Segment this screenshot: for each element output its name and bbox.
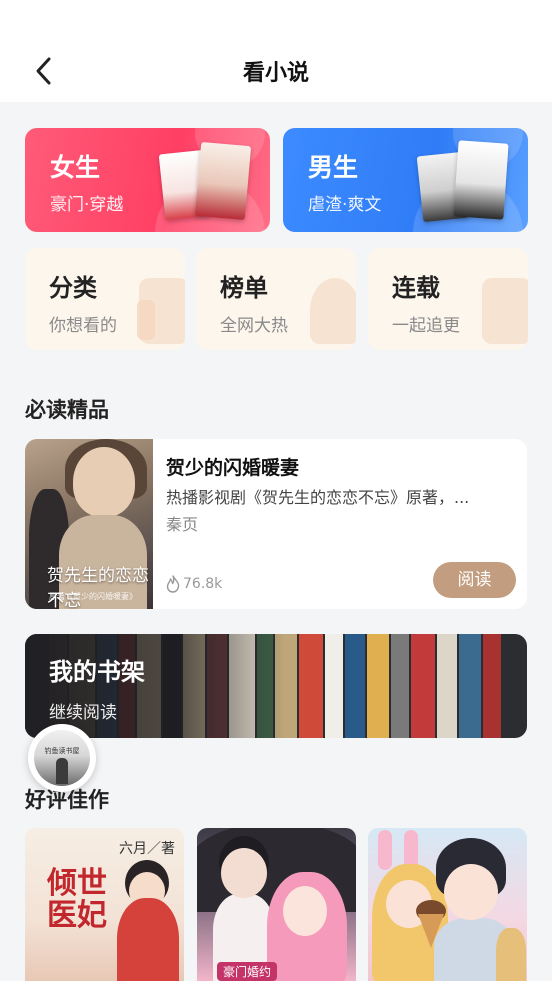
female-book-covers <box>158 138 254 230</box>
category-card-subtitle: 你想看的 <box>49 316 117 336</box>
my-bookshelf-banner[interactable]: 我的书架 继续阅读 <box>25 634 527 738</box>
cover-caption: 原著《贺少的闪婚暖妻》 <box>49 592 137 601</box>
male-book-covers <box>416 138 512 230</box>
heat-count: 76.8k <box>166 575 222 593</box>
book-description: 热播影视剧《贺先生的恋恋不忘》原著，... <box>166 488 470 507</box>
book-title: 贺少的闪婚暖妻 <box>166 457 300 479</box>
recommended-book-cover[interactable]: 六月／著 倾世医妃 <box>25 828 184 981</box>
recommended-book-cover[interactable]: 豪门婚约 <box>197 828 356 981</box>
cover-author-tag: 六月／著 <box>119 841 175 857</box>
top-bar: 看小说 <box>0 0 552 102</box>
bookshelf-title: 我的书架 <box>49 657 145 686</box>
read-button[interactable]: 阅读 <box>433 562 516 598</box>
recommended-book-cover[interactable] <box>368 828 527 981</box>
female-channel-subtitle: 豪门·穿越 <box>50 195 124 215</box>
ranking-card-subtitle: 全网大热 <box>220 316 288 336</box>
male-channel-title: 男生 <box>308 153 359 182</box>
category-card[interactable]: 分类 你想看的 <box>25 248 185 350</box>
heat-value: 76.8k <box>183 576 223 592</box>
ranking-card-title: 榜单 <box>220 274 268 302</box>
male-channel-card[interactable]: 男生 虐渣·爽文 <box>283 128 528 232</box>
floating-widget-avatar[interactable]: 钓鱼读书屋 <box>28 724 96 792</box>
serial-card-title: 连载 <box>392 274 440 302</box>
female-channel-card[interactable]: 女生 豪门·穿越 <box>25 128 270 232</box>
serial-card-subtitle: 一起追更 <box>392 316 460 336</box>
book-author: 秦页 <box>166 515 199 534</box>
flame-icon <box>166 575 180 593</box>
serial-card[interactable]: 连载 一起追更 <box>368 248 528 350</box>
male-channel-subtitle: 虐渣·爽文 <box>308 195 382 215</box>
ranking-card[interactable]: 榜单 全网大热 <box>196 248 356 350</box>
bookshelf-subtitle: 继续阅读 <box>49 703 117 723</box>
female-channel-title: 女生 <box>50 153 101 182</box>
page-title: 看小说 <box>242 61 309 86</box>
floating-widget-caption: 钓鱼读书屋 <box>44 747 80 755</box>
featured-book-card[interactable]: 贺先生的恋恋不忘 原著《贺少的闪婚暖妻》 贺少的闪婚暖妻 热播影视剧《贺先生的恋… <box>25 439 527 609</box>
cover-text: 豪门婚约 <box>217 962 278 981</box>
category-card-title: 分类 <box>49 274 97 302</box>
book-cover: 贺先生的恋恋不忘 原著《贺少的闪婚暖妻》 <box>25 439 153 609</box>
must-read-section-title: 必读精品 <box>25 398 109 422</box>
